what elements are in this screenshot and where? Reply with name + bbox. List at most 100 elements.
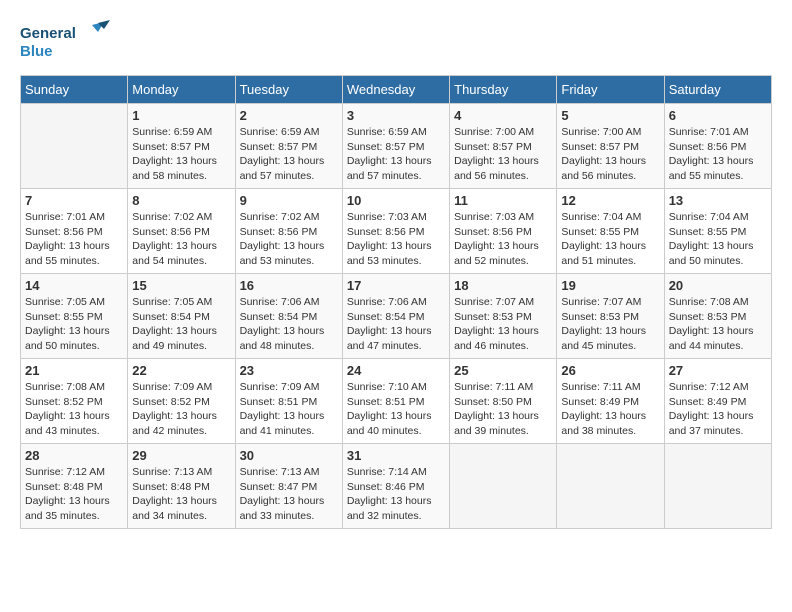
day-number: 27 — [669, 363, 767, 378]
day-info: Sunrise: 7:07 AM Sunset: 8:53 PM Dayligh… — [454, 295, 552, 354]
calendar-cell: 4 Sunrise: 7:00 AM Sunset: 8:57 PM Daylig… — [450, 104, 557, 189]
day-info: Sunrise: 7:11 AM Sunset: 8:49 PM Dayligh… — [561, 380, 659, 439]
calendar-cell — [450, 444, 557, 529]
day-info: Sunrise: 7:04 AM Sunset: 8:55 PM Dayligh… — [669, 210, 767, 269]
day-number: 2 — [240, 108, 338, 123]
calendar-cell: 30 Sunrise: 7:13 AM Sunset: 8:47 PM Dayli… — [235, 444, 342, 529]
day-number: 28 — [25, 448, 123, 463]
calendar-cell: 25 Sunrise: 7:11 AM Sunset: 8:50 PM Dayli… — [450, 359, 557, 444]
day-number: 26 — [561, 363, 659, 378]
day-number: 9 — [240, 193, 338, 208]
day-info: Sunrise: 7:08 AM Sunset: 8:53 PM Dayligh… — [669, 295, 767, 354]
calendar-cell: 3 Sunrise: 6:59 AM Sunset: 8:57 PM Daylig… — [342, 104, 449, 189]
day-info: Sunrise: 6:59 AM Sunset: 8:57 PM Dayligh… — [347, 125, 445, 184]
calendar-cell: 16Sunrise: 7:06 AM Sunset: 8:54 PM Dayli… — [235, 274, 342, 359]
day-info: Sunrise: 7:06 AM Sunset: 8:54 PM Dayligh… — [347, 295, 445, 354]
calendar-cell: 26 Sunrise: 7:11 AM Sunset: 8:49 PM Dayli… — [557, 359, 664, 444]
header-day-sunday: Sunday — [21, 76, 128, 104]
day-info: Sunrise: 7:03 AM Sunset: 8:56 PM Dayligh… — [454, 210, 552, 269]
day-info: Sunrise: 7:02 AM Sunset: 8:56 PM Dayligh… — [132, 210, 230, 269]
day-number: 22 — [132, 363, 230, 378]
calendar-header-row: SundayMondayTuesdayWednesdayThursdayFrid… — [21, 76, 772, 104]
day-info: Sunrise: 7:09 AM Sunset: 8:52 PM Dayligh… — [132, 380, 230, 439]
day-number: 5 — [561, 108, 659, 123]
day-number: 18 — [454, 278, 552, 293]
header-day-friday: Friday — [557, 76, 664, 104]
day-info: Sunrise: 7:04 AM Sunset: 8:55 PM Dayligh… — [561, 210, 659, 269]
calendar-cell: 9 Sunrise: 7:02 AM Sunset: 8:56 PM Daylig… — [235, 189, 342, 274]
day-number: 20 — [669, 278, 767, 293]
day-number: 14 — [25, 278, 123, 293]
day-number: 8 — [132, 193, 230, 208]
header-day-saturday: Saturday — [664, 76, 771, 104]
calendar-cell: 6 Sunrise: 7:01 AM Sunset: 8:56 PM Daylig… — [664, 104, 771, 189]
day-number: 13 — [669, 193, 767, 208]
day-number: 12 — [561, 193, 659, 208]
calendar-cell: 21 Sunrise: 7:08 AM Sunset: 8:52 PM Dayli… — [21, 359, 128, 444]
day-info: Sunrise: 7:01 AM Sunset: 8:56 PM Dayligh… — [25, 210, 123, 269]
day-number: 11 — [454, 193, 552, 208]
svg-text:Blue: Blue — [20, 43, 53, 60]
day-info: Sunrise: 7:00 AM Sunset: 8:57 PM Dayligh… — [454, 125, 552, 184]
day-info: Sunrise: 7:09 AM Sunset: 8:51 PM Dayligh… — [240, 380, 338, 439]
calendar-cell: 11 Sunrise: 7:03 AM Sunset: 8:56 PM Dayli… — [450, 189, 557, 274]
day-info: Sunrise: 7:10 AM Sunset: 8:51 PM Dayligh… — [347, 380, 445, 439]
calendar-cell: 22 Sunrise: 7:09 AM Sunset: 8:52 PM Dayli… — [128, 359, 235, 444]
calendar-cell: 28Sunrise: 7:12 AM Sunset: 8:48 PM Dayli… — [21, 444, 128, 529]
calendar-cell: 8 Sunrise: 7:02 AM Sunset: 8:56 PM Daylig… — [128, 189, 235, 274]
day-number: 1 — [132, 108, 230, 123]
day-number: 30 — [240, 448, 338, 463]
calendar-cell: 7Sunrise: 7:01 AM Sunset: 8:56 PM Daylig… — [21, 189, 128, 274]
day-info: Sunrise: 7:08 AM Sunset: 8:52 PM Dayligh… — [25, 380, 123, 439]
calendar-cell: 29 Sunrise: 7:13 AM Sunset: 8:48 PM Dayli… — [128, 444, 235, 529]
header-day-wednesday: Wednesday — [342, 76, 449, 104]
calendar-cell: 31Sunrise: 7:14 AM Sunset: 8:46 PM Dayli… — [342, 444, 449, 529]
calendar-cell: 20 Sunrise: 7:08 AM Sunset: 8:53 PM Dayli… — [664, 274, 771, 359]
calendar-cell — [21, 104, 128, 189]
calendar-cell: 19Sunrise: 7:07 AM Sunset: 8:53 PM Dayli… — [557, 274, 664, 359]
calendar-cell — [664, 444, 771, 529]
day-info: Sunrise: 7:11 AM Sunset: 8:50 PM Dayligh… — [454, 380, 552, 439]
day-number: 3 — [347, 108, 445, 123]
calendar-cell: 24 Sunrise: 7:10 AM Sunset: 8:51 PM Dayli… — [342, 359, 449, 444]
calendar-table: SundayMondayTuesdayWednesdayThursdayFrid… — [20, 75, 772, 529]
day-number: 31 — [347, 448, 445, 463]
day-number: 6 — [669, 108, 767, 123]
calendar-cell: 13 Sunrise: 7:04 AM Sunset: 8:55 PM Dayli… — [664, 189, 771, 274]
day-info: Sunrise: 7:01 AM Sunset: 8:56 PM Dayligh… — [669, 125, 767, 184]
day-number: 4 — [454, 108, 552, 123]
day-number: 24 — [347, 363, 445, 378]
calendar-cell: 23Sunrise: 7:09 AM Sunset: 8:51 PM Dayli… — [235, 359, 342, 444]
calendar-cell: 2 Sunrise: 6:59 AM Sunset: 8:57 PM Daylig… — [235, 104, 342, 189]
day-number: 19 — [561, 278, 659, 293]
day-info: Sunrise: 7:02 AM Sunset: 8:56 PM Dayligh… — [240, 210, 338, 269]
day-number: 17 — [347, 278, 445, 293]
day-info: Sunrise: 7:03 AM Sunset: 8:56 PM Dayligh… — [347, 210, 445, 269]
svg-text:General: General — [20, 25, 76, 42]
day-info: Sunrise: 7:05 AM Sunset: 8:54 PM Dayligh… — [132, 295, 230, 354]
calendar-cell: 14 Sunrise: 7:05 AM Sunset: 8:55 PM Dayli… — [21, 274, 128, 359]
calendar-cell: 15Sunrise: 7:05 AM Sunset: 8:54 PM Dayli… — [128, 274, 235, 359]
day-number: 29 — [132, 448, 230, 463]
calendar-cell: 12 Sunrise: 7:04 AM Sunset: 8:55 PM Dayli… — [557, 189, 664, 274]
day-info: Sunrise: 7:12 AM Sunset: 8:49 PM Dayligh… — [669, 380, 767, 439]
calendar-cell: 18 Sunrise: 7:07 AM Sunset: 8:53 PM Dayli… — [450, 274, 557, 359]
page-header: General Blue — [20, 20, 772, 65]
day-info: Sunrise: 7:05 AM Sunset: 8:55 PM Dayligh… — [25, 295, 123, 354]
logo-icon: General Blue — [20, 20, 110, 65]
day-info: Sunrise: 6:59 AM Sunset: 8:57 PM Dayligh… — [240, 125, 338, 184]
day-number: 25 — [454, 363, 552, 378]
day-number: 16 — [240, 278, 338, 293]
calendar-week-row: 28Sunrise: 7:12 AM Sunset: 8:48 PM Dayli… — [21, 444, 772, 529]
day-number: 21 — [25, 363, 123, 378]
header-day-monday: Monday — [128, 76, 235, 104]
calendar-cell: 10 Sunrise: 7:03 AM Sunset: 8:56 PM Dayli… — [342, 189, 449, 274]
day-number: 10 — [347, 193, 445, 208]
day-info: Sunrise: 7:00 AM Sunset: 8:57 PM Dayligh… — [561, 125, 659, 184]
calendar-cell: 27 Sunrise: 7:12 AM Sunset: 8:49 PM Dayli… — [664, 359, 771, 444]
calendar-cell: 1Sunrise: 6:59 AM Sunset: 8:57 PM Daylig… — [128, 104, 235, 189]
day-info: Sunrise: 7:13 AM Sunset: 8:48 PM Dayligh… — [132, 465, 230, 524]
calendar-week-row: 14 Sunrise: 7:05 AM Sunset: 8:55 PM Dayli… — [21, 274, 772, 359]
day-info: Sunrise: 7:13 AM Sunset: 8:47 PM Dayligh… — [240, 465, 338, 524]
calendar-week-row: 21 Sunrise: 7:08 AM Sunset: 8:52 PM Dayli… — [21, 359, 772, 444]
